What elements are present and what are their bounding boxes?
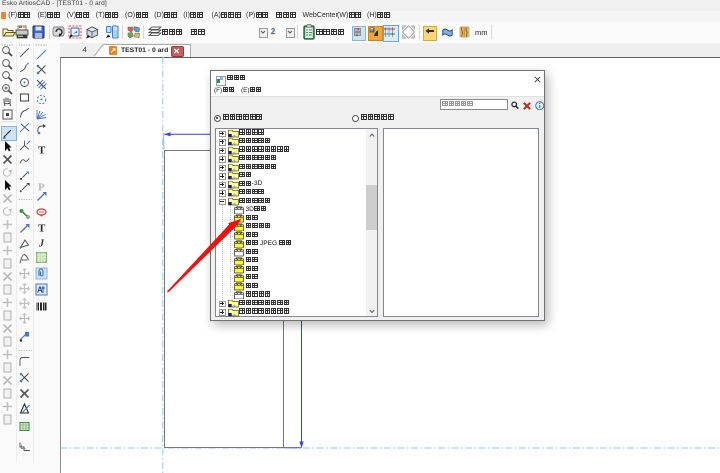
svg-text:A: A <box>37 286 43 295</box>
svg-text:J: J <box>38 239 45 250</box>
svg-text:T: T <box>38 223 46 235</box>
svg-text:T: T <box>38 145 46 157</box>
